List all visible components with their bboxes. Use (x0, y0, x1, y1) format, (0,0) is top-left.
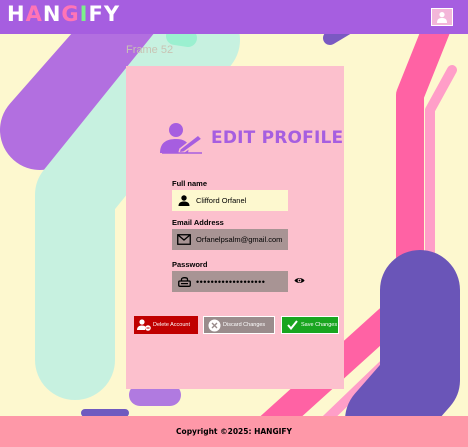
password-value: ••••••••••••••••••• (196, 276, 266, 287)
email-value: Orfanelpsalm@gmail.com (196, 235, 283, 244)
save-changes-label: Save Changes (301, 322, 338, 328)
edit-profile-card: EDIT PROFILE Full name Clifford Orfanel … (126, 66, 344, 389)
logo-letter: A (25, 2, 43, 26)
delete-account-label: Delete Account (153, 322, 190, 328)
full-name-value: Clifford Orfanel (196, 196, 247, 205)
logo-letter: N (42, 2, 62, 26)
logo-letter: I (79, 2, 89, 26)
remove-user-icon (137, 318, 151, 332)
frame-label: Frame 52 (126, 44, 174, 56)
top-navbar: HANGIFY (0, 0, 468, 34)
password-label: Password (172, 260, 208, 269)
footer: Copyright ©2025: HANGIFY (0, 416, 468, 447)
user-edit-icon (160, 123, 204, 154)
user-icon (437, 12, 447, 23)
logo-letter: H (7, 2, 26, 26)
logo-letter: F (88, 2, 104, 26)
lock-icon (176, 275, 192, 289)
check-icon (285, 318, 299, 332)
email-label: Email Address (172, 218, 224, 227)
profile-avatar-button[interactable] (431, 8, 453, 26)
copyright-text: Copyright ©2025: HANGIFY (176, 427, 292, 436)
logo-letter: G (61, 2, 80, 26)
discard-changes-label: Discard Changes (223, 322, 266, 328)
discard-changes-button[interactable]: Discard Changes (203, 316, 275, 334)
page-title: EDIT PROFILE (211, 128, 344, 148)
mail-icon (176, 233, 192, 247)
logo-letter: Y (103, 2, 121, 26)
eye-icon[interactable] (294, 275, 305, 286)
password-field[interactable]: ••••••••••••••••••• (172, 271, 288, 292)
email-field[interactable]: Orfanelpsalm@gmail.com (172, 229, 288, 250)
close-circle-icon (207, 318, 221, 332)
app-logo[interactable]: HANGIFY (7, 2, 120, 26)
full-name-label: Full name (172, 179, 208, 188)
save-changes-button[interactable]: Save Changes (281, 316, 339, 334)
edit-profile-header: EDIT PROFILE (158, 122, 343, 154)
full-name-field[interactable]: Clifford Orfanel (172, 190, 288, 211)
delete-account-button[interactable]: Delete Account (134, 316, 198, 334)
person-icon (176, 194, 192, 208)
